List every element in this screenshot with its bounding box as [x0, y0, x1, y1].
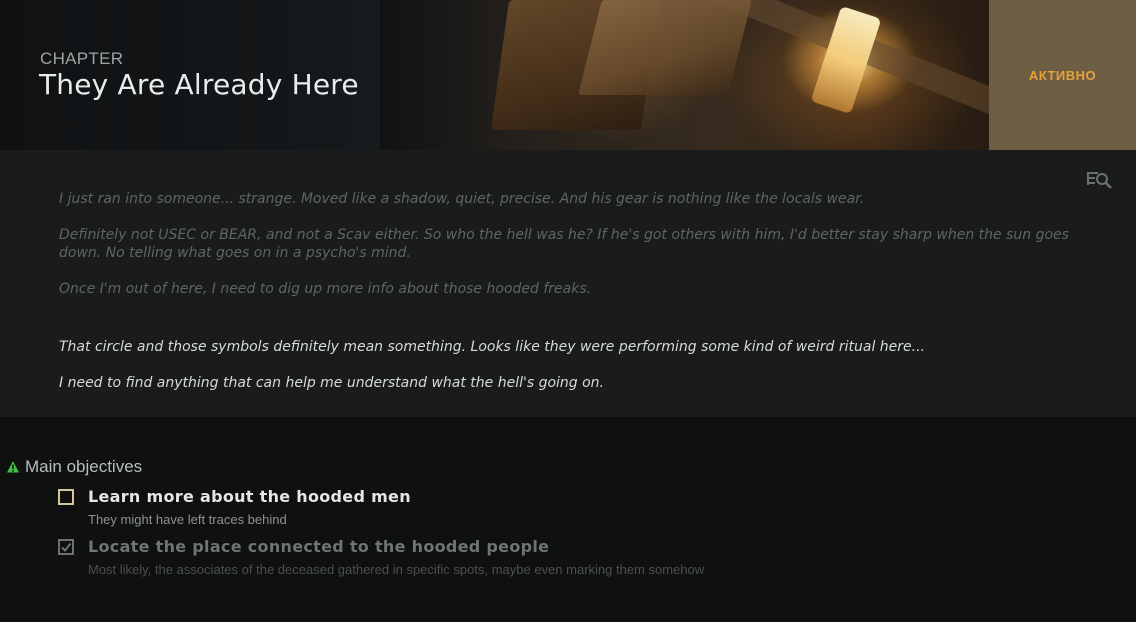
objective-checkbox[interactable]	[58, 489, 74, 505]
quest-page: CHAPTER They Are Already Here АКТИВНО I …	[0, 0, 1136, 622]
chapter-title: They Are Already Here	[39, 68, 359, 101]
warning-icon	[7, 461, 19, 473]
description-paragraph: Definitely not USEC or BEAR, and not a S…	[59, 227, 1069, 261]
banner-art-book-open	[578, 0, 752, 95]
banner-artwork	[380, 0, 1004, 150]
chapter-label: CHAPTER	[40, 49, 124, 68]
objectives-header: Main objectives	[6, 457, 142, 477]
description-paragraph-active: I need to find anything that can help me…	[59, 375, 605, 391]
checkmark-icon	[61, 542, 72, 552]
objective-description-completed: Most likely, the associates of the decea…	[88, 562, 705, 577]
objective-description: They might have left traces behind	[88, 512, 287, 527]
description-paragraph: Once I'm out of here, I need to dig up m…	[59, 281, 592, 297]
description-paragraph: I just ran into someone... strange. Move…	[59, 191, 865, 207]
description-paragraph-active: That circle and those symbols definitely…	[59, 339, 925, 355]
objective-title-completed: Locate the place connected to the hooded…	[88, 537, 550, 556]
objective-title: Learn more about the hooded men	[88, 487, 411, 506]
lore-search-icon[interactable]	[1086, 170, 1114, 190]
quest-description-panel: I just ran into someone... strange. Move…	[0, 150, 1136, 417]
objectives-header-label: Main objectives	[25, 457, 143, 476]
status-badge: АКТИВНО	[989, 0, 1136, 150]
status-text: АКТИВНО	[1028, 67, 1097, 83]
chapter-banner: CHAPTER They Are Already Here АКТИВНО	[0, 0, 1136, 150]
objective-checkbox-completed[interactable]	[58, 539, 74, 555]
